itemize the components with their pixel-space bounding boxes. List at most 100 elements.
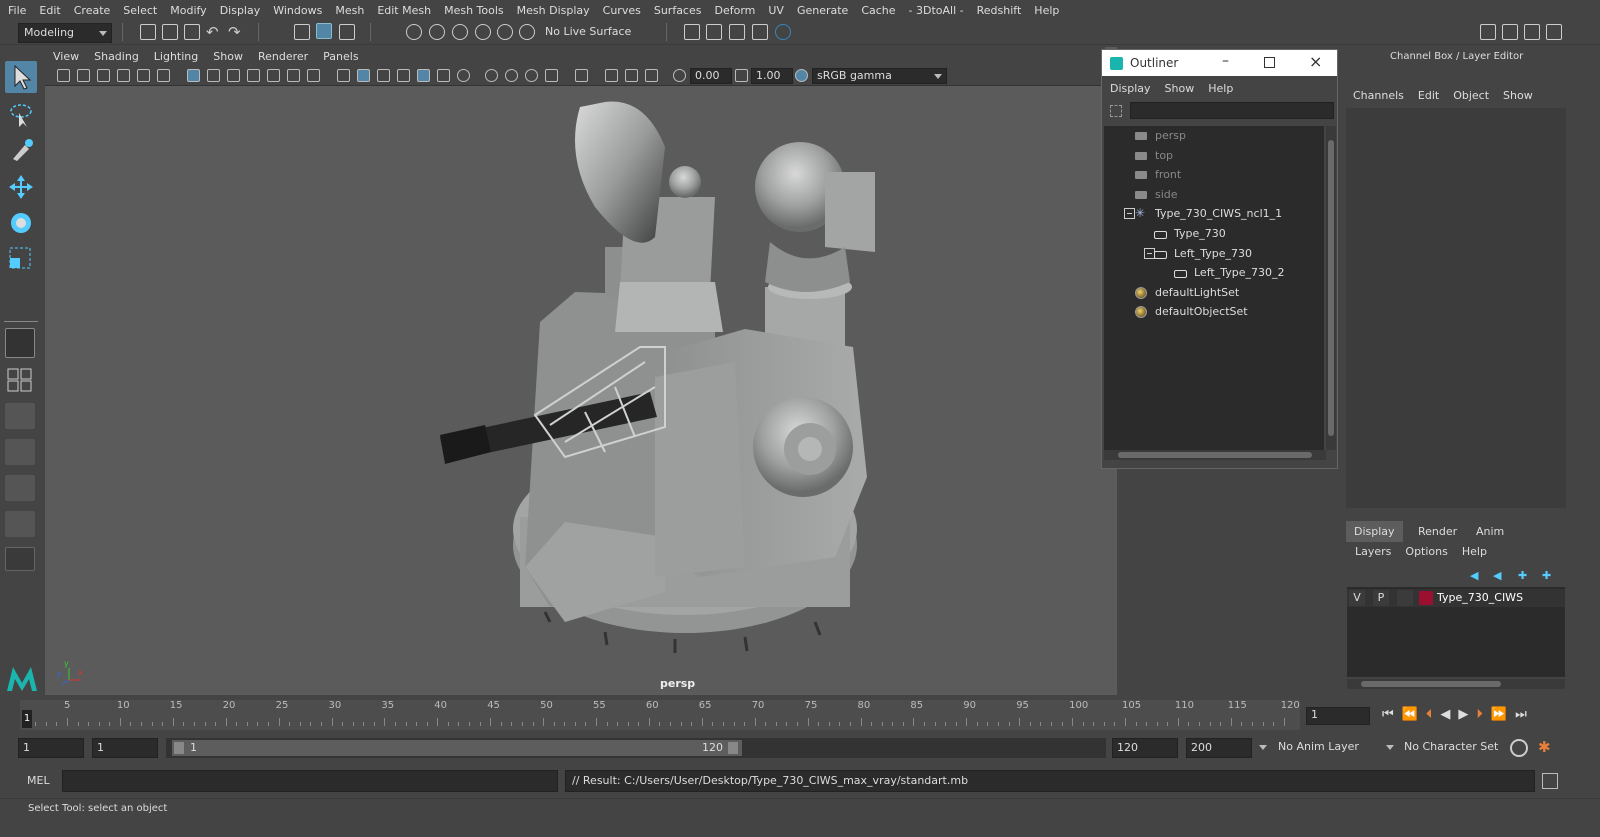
move-layer-down-icon[interactable]: ◀ (1493, 569, 1505, 582)
scroll-thumb[interactable] (1361, 681, 1501, 687)
outliner-hscrollbar[interactable] (1104, 450, 1326, 460)
live-surface-field[interactable]: No Live Surface (540, 23, 640, 43)
menu-select[interactable]: Select (123, 4, 157, 17)
viewport-menu-show[interactable]: Show (213, 50, 243, 63)
depth-of-field-icon[interactable] (525, 69, 538, 82)
command-result-field[interactable]: // Result: C:/Users/User/Desktop/Type_73… (565, 770, 1535, 792)
move-layer-up-icon[interactable]: ◀ (1470, 569, 1482, 582)
menu-windows[interactable]: Windows (273, 4, 322, 17)
mode-dropdown[interactable]: Modeling (18, 23, 112, 43)
hypershade-icon[interactable] (775, 24, 791, 40)
bookmark-icon[interactable] (97, 69, 110, 82)
channel-box-menu-channels[interactable]: Channels (1353, 89, 1404, 102)
paint-select-button[interactable] (5, 135, 37, 167)
chevron-down-icon[interactable] (1259, 745, 1267, 750)
exposure-icon[interactable] (673, 69, 686, 82)
tool-settings-icon[interactable] (1524, 24, 1540, 40)
persp-outliner-layout-button[interactable] (5, 403, 35, 429)
close-icon[interactable]: × (1309, 52, 1322, 71)
snap-surface-icon[interactable] (497, 24, 513, 40)
undo-icon[interactable]: ↶ (206, 23, 219, 41)
toolbox-options-button[interactable] (5, 547, 35, 571)
persp-graph-layout-button[interactable] (5, 439, 35, 465)
safe-title-icon[interactable] (307, 69, 320, 82)
snap-curve-icon[interactable] (429, 24, 445, 40)
twod-pan-icon[interactable] (137, 69, 150, 82)
select-object-icon[interactable] (316, 23, 332, 39)
outliner-search-input[interactable] (1130, 102, 1334, 119)
outliner-tree[interactable]: persp top front side ✳ Type_730_CIWS_ncl1_1 Ty… (1104, 126, 1324, 450)
snap-view-icon[interactable] (475, 24, 491, 40)
animation-prefs-icon[interactable]: ✱ (1538, 738, 1551, 756)
collapse-toggle-icon[interactable] (1124, 208, 1135, 220)
open-scene-icon[interactable] (162, 24, 178, 40)
motion-blur-icon[interactable] (485, 69, 498, 82)
layer-hscrollbar[interactable] (1347, 679, 1565, 689)
save-scene-icon[interactable] (184, 24, 200, 40)
gamma-field[interactable]: 1.00 (751, 68, 793, 84)
maximize-icon[interactable] (1264, 57, 1275, 68)
redo-icon[interactable]: ↷ (228, 23, 241, 41)
four-view-layout-button[interactable] (5, 367, 35, 393)
layer-color-swatch[interactable] (1419, 591, 1433, 605)
animation-end-field[interactable]: 200 (1186, 738, 1252, 758)
xray-icon[interactable] (575, 69, 588, 82)
tab-render[interactable]: Render (1410, 521, 1465, 542)
command-input[interactable] (62, 770, 558, 792)
outliner-item-defaultlightset[interactable]: defaultLightSet (1104, 283, 1322, 302)
wireframe-icon[interactable] (337, 69, 350, 82)
shadows-icon[interactable] (437, 69, 450, 82)
lasso-tool-button[interactable] (5, 99, 37, 131)
layer-list[interactable]: V P Type_730_CIWS (1347, 587, 1565, 677)
outliner-item-type-730[interactable]: Type_730 (1104, 224, 1322, 243)
hypershade-layout-button[interactable] (5, 475, 35, 501)
menu-cache[interactable]: Cache (861, 4, 895, 17)
menu-uv[interactable]: UV (768, 4, 784, 17)
layer-display-type-toggle[interactable] (1397, 590, 1413, 606)
outliner-vscrollbar[interactable] (1326, 126, 1336, 450)
select-component-icon[interactable] (339, 24, 355, 40)
grid-icon[interactable] (187, 69, 200, 82)
viewport-menu-panels[interactable]: Panels (323, 50, 358, 63)
script-language-label[interactable]: MEL (27, 774, 50, 787)
select-camera-icon[interactable] (57, 69, 70, 82)
layer-row[interactable]: V P Type_730_CIWS (1347, 589, 1565, 607)
outliner-item-left-type-730[interactable]: Left_Type_730 (1104, 244, 1322, 263)
exposure-field[interactable]: 0.00 (690, 68, 732, 84)
channel-box-menu-edit[interactable]: Edit (1418, 89, 1439, 102)
rotate-tool-button[interactable] (5, 207, 37, 239)
tab-anim[interactable]: Anim (1468, 521, 1512, 542)
film-gate-icon[interactable] (207, 69, 220, 82)
current-frame-field[interactable]: 1 (1306, 707, 1370, 725)
filter-icon[interactable] (1110, 105, 1122, 117)
layer-menu-help[interactable]: Help (1462, 545, 1487, 558)
auto-key-icon[interactable] (1510, 739, 1528, 757)
time-slider-ruler[interactable]: 5 10 15 20 25 30 35 40 45 50 55 60 65 70 75 80 85 90 95 100… (20, 700, 1300, 730)
range-slider-track[interactable]: 1 120 (166, 738, 1106, 758)
scale-tool-button[interactable] (5, 243, 37, 275)
color-management-icon[interactable] (795, 69, 808, 82)
outliner-item-persp[interactable]: persp (1104, 126, 1322, 145)
move-tool-button[interactable] (5, 171, 37, 203)
image-plane-icon[interactable] (117, 69, 130, 82)
channel-box-menu-show[interactable]: Show (1503, 89, 1533, 102)
menu-mesh[interactable]: Mesh (335, 4, 364, 17)
range-slider-thumb[interactable]: 1 120 (172, 740, 742, 756)
playback-end-field[interactable]: 120 (1112, 738, 1178, 758)
wireframe-on-shaded-icon[interactable] (377, 69, 390, 82)
field-chart-icon[interactable] (267, 69, 280, 82)
range-end-handle[interactable] (728, 742, 738, 754)
go-to-end-icon[interactable]: ⏭ (1515, 707, 1527, 722)
smooth-shade-icon[interactable] (357, 69, 370, 82)
outliner-menu-show[interactable]: Show (1165, 82, 1195, 95)
use-all-lights-icon[interactable] (417, 69, 430, 82)
camera-attributes-icon[interactable] (77, 69, 90, 82)
layer-playback-toggle[interactable]: P (1373, 590, 1389, 606)
snap-live-icon[interactable] (519, 24, 535, 40)
step-forward-frame-icon[interactable]: ⏵ (1476, 707, 1483, 722)
tab-display[interactable]: Display (1346, 521, 1403, 542)
script-editor-icon[interactable] (1542, 773, 1558, 789)
xray-joints-icon[interactable] (605, 69, 618, 82)
range-start-handle[interactable] (174, 742, 184, 754)
outliner-item-left-type-730-2[interactable]: Left_Type_730_2 (1104, 263, 1322, 282)
